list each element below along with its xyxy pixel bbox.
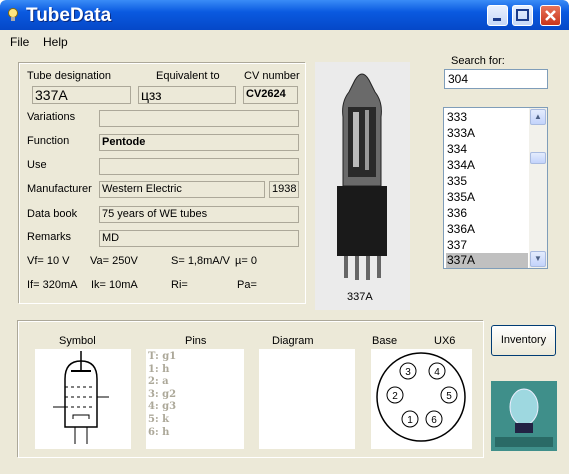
minimize-button[interactable] <box>487 5 508 26</box>
pins-label: Pins <box>185 335 207 347</box>
pentode-symbol-icon <box>53 351 109 444</box>
lightbulb-icon <box>8 8 18 21</box>
diagram-box <box>259 349 355 449</box>
manufacturer-label: Manufacturer <box>27 183 92 195</box>
va-value: Va= 250V <box>90 255 138 267</box>
designation-field[interactable]: 337A <box>32 86 131 104</box>
variations-field[interactable] <box>99 110 299 127</box>
window-title: TubeData <box>26 5 112 26</box>
search-input[interactable] <box>444 69 548 89</box>
diagram-label: Diagram <box>272 335 314 347</box>
list-item[interactable]: 335A <box>446 190 528 205</box>
list-item[interactable]: 335 <box>446 174 528 189</box>
tube-photo: 337A <box>315 62 410 310</box>
tube-list[interactable]: 333 333A 334 334A 335 335A 336 336A 337 … <box>443 107 548 269</box>
mu-value: µ= 0 <box>235 255 257 267</box>
tube-photo-caption: 337A <box>347 291 373 303</box>
base-diagram: 3 4 2 5 1 6 <box>376 352 466 442</box>
search-label: Search for: <box>451 55 505 67</box>
minimize-icon <box>493 18 501 21</box>
base-pin-label: 4 <box>434 367 440 378</box>
base-pin-label: 1 <box>407 415 413 426</box>
base-pin-label: 5 <box>446 391 452 402</box>
pin-entry: 2: a <box>148 376 169 388</box>
year-field[interactable]: 1938 <box>269 181 299 198</box>
base-box: 3 4 2 5 1 6 <box>371 349 472 449</box>
pa-value: Pa= <box>237 279 257 291</box>
menu-file[interactable]: File <box>10 35 29 49</box>
chevron-down-icon: ▼ <box>534 254 542 263</box>
ri-value: Ri= <box>171 279 188 291</box>
manufacturer-field[interactable]: Western Electric <box>99 181 265 198</box>
pin-entry: T: g1 <box>148 351 177 362</box>
scroll-down-button[interactable]: ▼ <box>530 251 546 267</box>
function-label: Function <box>27 135 70 147</box>
maximize-icon <box>516 9 529 21</box>
databook-field[interactable]: 75 years of WE tubes <box>99 206 299 223</box>
pin-entry: 4: g3 <box>148 401 177 413</box>
variations-label: Variations <box>27 111 76 123</box>
ik-value: Ik= 10mA <box>91 279 138 291</box>
list-item[interactable]: 336 <box>446 206 528 221</box>
list-item[interactable]: 334A <box>446 158 528 173</box>
pin-entry: 6: h <box>148 426 170 438</box>
scroll-up-button[interactable]: ▲ <box>530 109 546 125</box>
base-pin-label: 6 <box>431 415 437 426</box>
list-item[interactable]: 333A <box>446 126 528 141</box>
pin-entry: 5: k <box>148 413 170 425</box>
base-label: Base <box>372 335 398 347</box>
inventory-button[interactable]: Inventory <box>491 325 556 356</box>
cv-label: CV number <box>244 70 300 82</box>
vf-value: Vf= 10 V <box>27 255 70 267</box>
list-scrollbar[interactable]: ▲ ▼ <box>529 108 547 268</box>
list-item[interactable]: 334 <box>446 142 528 157</box>
function-field[interactable]: Pentode <box>99 134 299 151</box>
close-icon <box>545 10 556 21</box>
remarks-field[interactable]: MD <box>99 230 299 247</box>
list-item[interactable]: 336A <box>446 222 528 237</box>
use-label: Use <box>27 159 47 171</box>
menu-help[interactable]: Help <box>43 35 68 49</box>
symbol-box <box>35 349 131 449</box>
base-pin-label: 3 <box>405 367 411 378</box>
pins-box: T: g1 1: h 2: a 3: g2 4: g3 5: k 6: h <box>146 349 244 449</box>
maximize-button[interactable] <box>512 5 533 26</box>
tube-thumbnail[interactable] <box>491 381 557 451</box>
close-button[interactable] <box>540 5 561 26</box>
base-code: UX6 <box>434 335 456 347</box>
pin-entry: 3: g2 <box>148 388 177 400</box>
cv-field[interactable]: CV2624 <box>243 86 298 104</box>
if-value: If= 320mA <box>27 279 78 291</box>
base-pin-label: 2 <box>392 391 398 402</box>
tube-logo-icon <box>491 381 557 451</box>
s-value: S= 1,8mA/V <box>171 255 231 267</box>
chevron-up-icon: ▲ <box>534 112 542 121</box>
scroll-thumb[interactable] <box>530 152 546 164</box>
remarks-label: Remarks <box>27 231 72 243</box>
menu-bar: File Help <box>0 31 569 51</box>
equivalent-label: Equivalent to <box>156 70 220 82</box>
use-field[interactable] <box>99 158 299 175</box>
equivalent-field[interactable]: цзз <box>138 86 236 104</box>
vacuum-tube-icon <box>315 62 410 310</box>
title-bar[interactable]: TubeData <box>0 0 569 30</box>
list-item-selected[interactable]: 337A <box>446 253 528 268</box>
symbol-label: Symbol <box>59 335 96 347</box>
list-item[interactable]: 333 <box>446 110 528 125</box>
designation-label: Tube designation <box>27 70 111 82</box>
databook-label: Data book <box>27 208 78 220</box>
list-item[interactable]: 337 <box>446 238 528 253</box>
pin-entry: 1: h <box>148 363 170 375</box>
app-window: TubeData File Help Tube designation Equi… <box>0 0 569 474</box>
